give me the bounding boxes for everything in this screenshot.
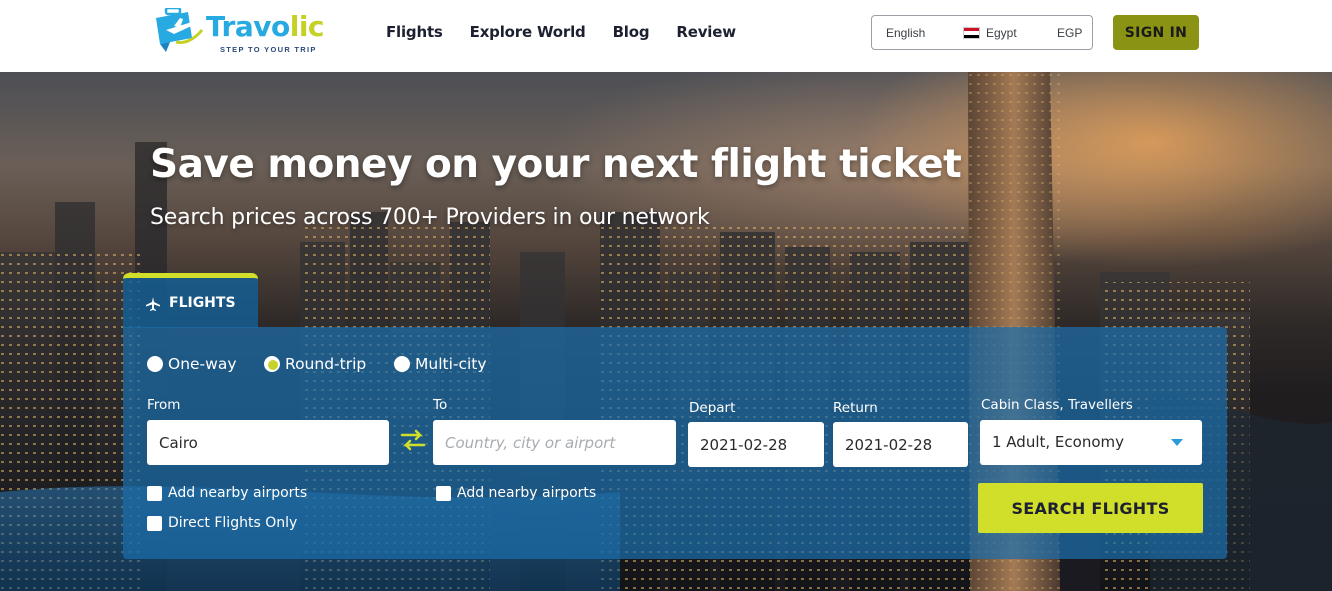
return-label: Return bbox=[833, 400, 878, 416]
radio-checked-icon bbox=[264, 356, 280, 372]
airplane-icon bbox=[146, 297, 160, 311]
return-date-input[interactable] bbox=[833, 422, 968, 467]
egypt-flag-icon bbox=[963, 27, 980, 39]
nav-flights[interactable]: Flights bbox=[386, 23, 443, 41]
trip-type-round-trip[interactable]: Round-trip bbox=[264, 355, 366, 373]
logo-tagline: STEP TO YOUR TRIP bbox=[220, 45, 317, 54]
radio-unchecked-icon bbox=[147, 356, 163, 372]
cabin-travellers-select[interactable]: 1 Adult, Economy bbox=[980, 420, 1202, 465]
nav-blog[interactable]: Blog bbox=[613, 23, 650, 41]
to-nearby-airports-checkbox[interactable]: Add nearby airports bbox=[436, 485, 596, 501]
trip-type-round-trip-label: Round-trip bbox=[285, 355, 367, 373]
travolic-logo[interactable]: Travolic STEP TO YOUR TRIP bbox=[152, 8, 325, 58]
from-input[interactable] bbox=[147, 420, 389, 465]
checkbox-unchecked-icon bbox=[147, 515, 162, 531]
logo-wordmark-part2: lic bbox=[289, 10, 325, 43]
from-label: From bbox=[147, 397, 181, 413]
flight-search-panel: One-way Round-trip Multi-city From To De… bbox=[123, 327, 1227, 559]
tab-flights[interactable]: FLIGHTS bbox=[123, 273, 258, 328]
to-nearby-airports-label: Add nearby airports bbox=[457, 485, 597, 501]
trip-type-multi-city[interactable]: Multi-city bbox=[394, 355, 487, 373]
logo-wordmark-part1: Travo bbox=[206, 10, 290, 43]
trip-type-one-way-label: One-way bbox=[168, 355, 237, 373]
direct-flights-only-label: Direct Flights Only bbox=[168, 515, 298, 531]
radio-unchecked-icon bbox=[394, 356, 410, 372]
sign-in-button[interactable]: SIGN IN bbox=[1113, 15, 1199, 50]
to-input[interactable] bbox=[433, 420, 676, 465]
hero-title: Save money on your next flight ticket bbox=[150, 142, 962, 187]
nav-explore-world[interactable]: Explore World bbox=[470, 23, 586, 41]
swap-arrows-icon[interactable] bbox=[400, 427, 426, 453]
depart-label: Depart bbox=[689, 400, 736, 416]
site-header: Travolic STEP TO YOUR TRIP Flights Explo… bbox=[0, 0, 1332, 72]
cabin-travellers-label: Cabin Class, Travellers bbox=[981, 397, 1133, 413]
search-flights-button[interactable]: SEARCH FLIGHTS bbox=[978, 483, 1203, 533]
tab-flights-label: FLIGHTS bbox=[169, 295, 236, 311]
caret-down-icon bbox=[1171, 439, 1183, 446]
cabin-travellers-value: 1 Adult, Economy bbox=[992, 433, 1124, 451]
direct-flights-only-checkbox[interactable]: Direct Flights Only bbox=[147, 515, 297, 531]
to-label: To bbox=[433, 397, 448, 413]
suitcase-plane-logo-icon bbox=[156, 8, 204, 52]
country-label: Egypt bbox=[986, 26, 1017, 40]
checkbox-unchecked-icon bbox=[147, 485, 162, 501]
currency-label: EGP bbox=[1057, 26, 1083, 40]
from-nearby-airports-checkbox[interactable]: Add nearby airports bbox=[147, 485, 307, 501]
from-nearby-airports-label: Add nearby airports bbox=[168, 485, 308, 501]
checkbox-unchecked-icon bbox=[436, 485, 451, 501]
nav-review[interactable]: Review bbox=[676, 23, 736, 41]
language-label: English bbox=[886, 26, 926, 40]
locale-selector[interactable]: English Egypt EGP bbox=[871, 15, 1093, 50]
trip-type-multi-city-label: Multi-city bbox=[415, 355, 487, 373]
hero-subtitle: Search prices across 700+ Providers in o… bbox=[150, 205, 710, 230]
depart-date-input[interactable] bbox=[688, 422, 824, 467]
main-nav: Flights Explore World Blog Review bbox=[386, 23, 736, 41]
logo-wordmark: Travolic bbox=[206, 10, 325, 44]
trip-type-one-way[interactable]: One-way bbox=[147, 355, 237, 373]
hero-section: Save money on your next flight ticket Se… bbox=[0, 72, 1332, 591]
